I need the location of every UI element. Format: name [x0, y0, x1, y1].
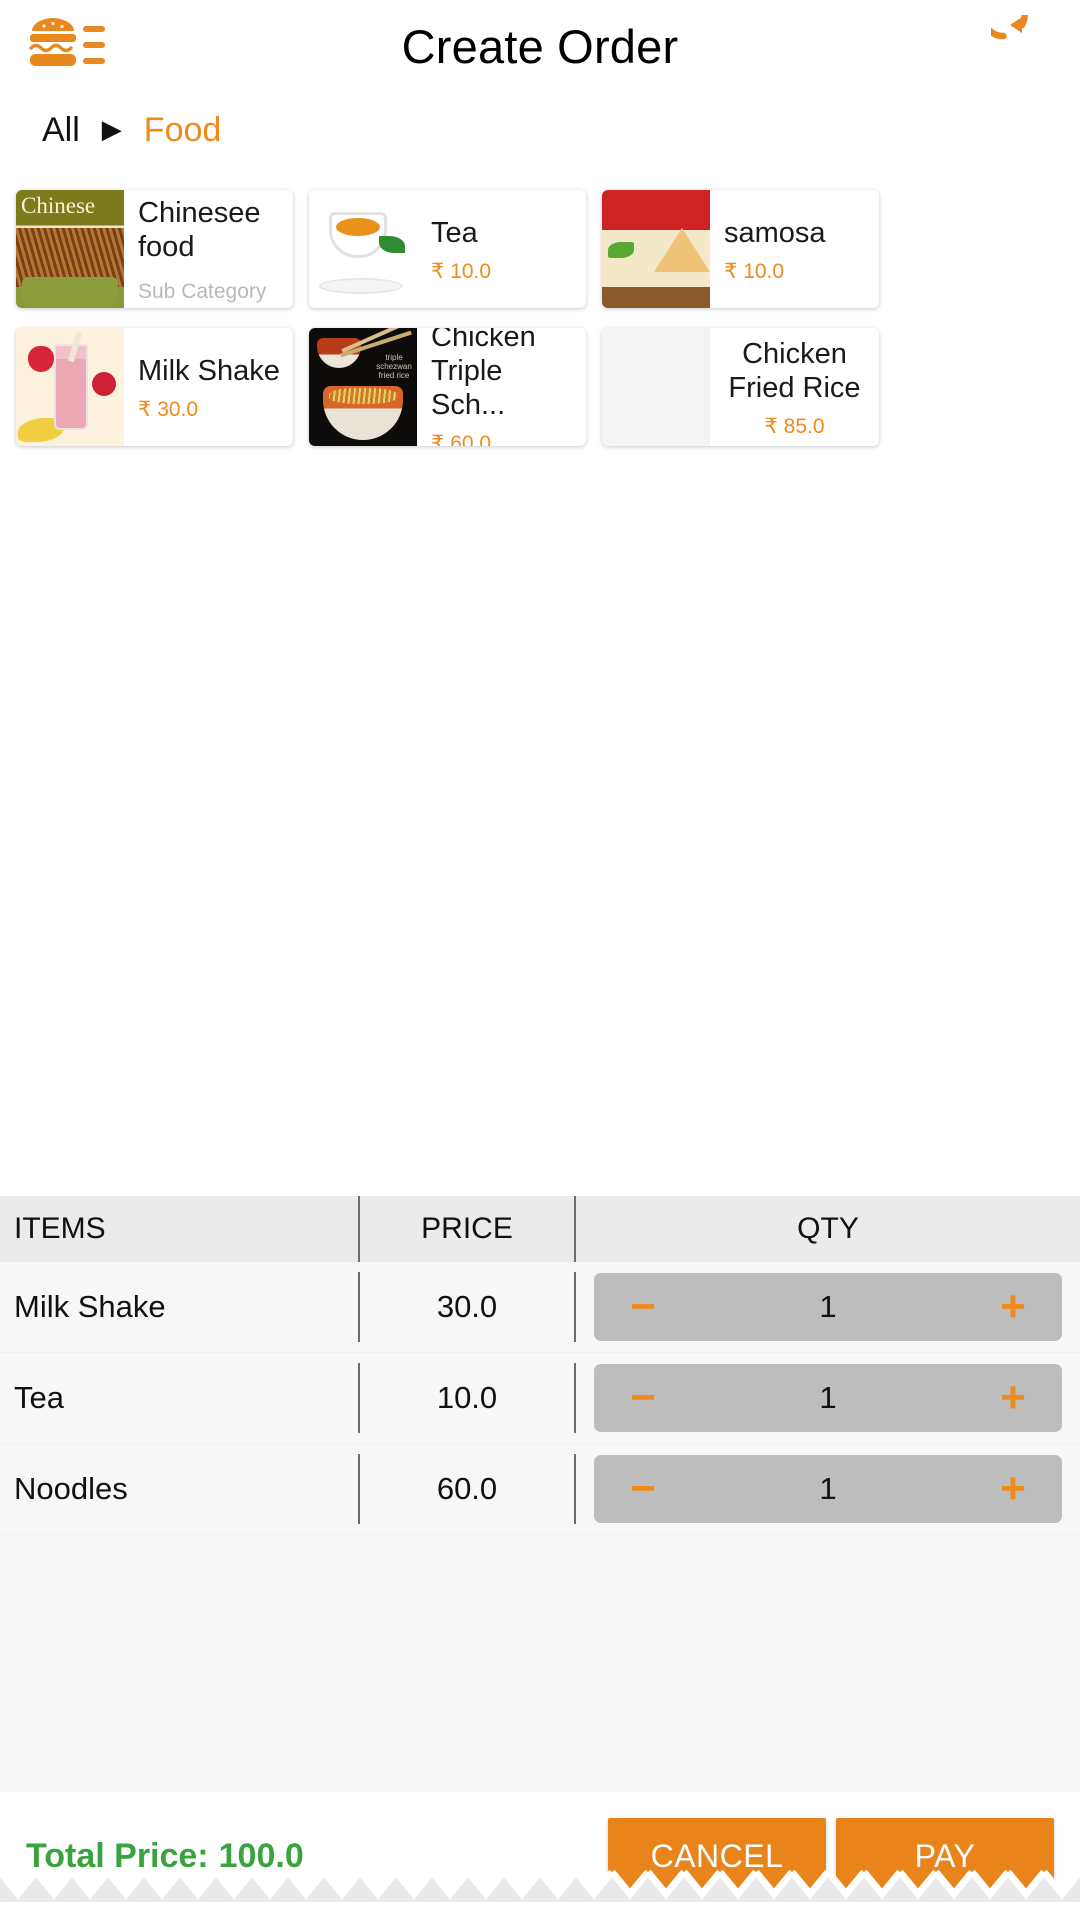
- quantity-stepper[interactable]: − 1 +: [594, 1364, 1062, 1432]
- receipt-tear-edge: [0, 1868, 1080, 1902]
- decrement-button[interactable]: −: [620, 1285, 666, 1329]
- row-item-price: 30.0: [436, 1289, 498, 1324]
- product-card[interactable]: Chinese Chinesee food Sub Category: [16, 190, 293, 308]
- increment-button[interactable]: +: [990, 1285, 1036, 1329]
- product-card-body: Tea ₹ 10.0: [417, 190, 586, 308]
- product-card-cell: triple schezwan fried rice Chicken Triple…: [301, 318, 594, 456]
- milkshake-image: [16, 328, 124, 446]
- product-name: Tea: [431, 216, 478, 249]
- breadcrumb-item-all[interactable]: All: [42, 113, 80, 147]
- product-card[interactable]: triple schezwan fried rice Chicken Triple…: [309, 328, 586, 446]
- product-card[interactable]: Chicken Fried Rice ₹ 85.0: [602, 328, 879, 446]
- product-card-cell: samosa ₹ 10.0: [594, 180, 887, 318]
- refresh-icon[interactable]: [990, 14, 1054, 78]
- product-card-body: Milk Shake ₹ 30.0: [124, 328, 293, 446]
- chinese-noodles-image: Chinese: [16, 190, 124, 308]
- table-row: Milk Shake 30.0 − 1 +: [0, 1262, 1080, 1353]
- product-name: Chicken Fried Rice: [728, 337, 861, 404]
- tea-cup-image: [309, 190, 417, 308]
- product-card[interactable]: samosa ₹ 10.0: [602, 190, 879, 308]
- product-price: ₹ 60.0: [431, 432, 492, 446]
- row-item-price: 10.0: [436, 1380, 498, 1415]
- column-header-qty: QTY: [797, 1212, 859, 1245]
- breadcrumb-item-food[interactable]: Food: [144, 113, 222, 147]
- product-card-body: Chicken Fried Rice ₹ 85.0: [710, 328, 879, 446]
- product-card-body: samosa ₹ 10.0: [710, 190, 879, 308]
- increment-button[interactable]: +: [990, 1376, 1036, 1420]
- quantity-value: 1: [819, 1471, 837, 1506]
- product-price: ₹ 85.0: [764, 415, 825, 439]
- column-header-price: PRICE: [421, 1212, 513, 1245]
- decrement-button[interactable]: −: [620, 1467, 666, 1511]
- app-bar: Create Order: [0, 0, 1080, 92]
- product-card-body: Chicken Triple Sch... ₹ 60.0: [417, 328, 586, 446]
- row-item-name: Milk Shake: [14, 1289, 166, 1324]
- row-item-name: Noodles: [14, 1471, 128, 1506]
- page-title: Create Order: [401, 19, 679, 73]
- product-name: Chinesee food: [138, 197, 261, 264]
- product-price: ₹ 10.0: [431, 260, 492, 284]
- product-name: Chicken Triple Sch...: [431, 328, 536, 422]
- order-table-header: ITEMS PRICE QTY: [0, 1196, 1080, 1262]
- row-qty-cell: − 1 +: [576, 1353, 1080, 1443]
- thumb-badge-label: Chinese: [21, 193, 96, 218]
- product-price: ₹ 30.0: [138, 398, 199, 422]
- product-card[interactable]: Milk Shake ₹ 30.0: [16, 328, 293, 446]
- increment-button[interactable]: +: [990, 1467, 1036, 1511]
- table-row: Tea 10.0 − 1 +: [0, 1353, 1080, 1444]
- column-header-items: ITEMS: [14, 1212, 106, 1245]
- product-card-cell: Chinese Chinesee food Sub Category: [8, 180, 301, 318]
- decrement-button[interactable]: −: [620, 1376, 666, 1420]
- order-table-body: Milk Shake 30.0 − 1 + Tea 10.0 − 1 + Noo…: [0, 1262, 1080, 1535]
- burger-menu-icon[interactable]: [26, 17, 106, 75]
- product-card[interactable]: Tea ₹ 10.0: [309, 190, 586, 308]
- quantity-value: 1: [819, 1380, 837, 1415]
- row-qty-cell: − 1 +: [576, 1444, 1080, 1534]
- product-card-cell: Milk Shake ₹ 30.0: [8, 318, 301, 456]
- chevron-right-icon: ▶: [101, 114, 122, 144]
- quantity-value: 1: [819, 1289, 837, 1324]
- breadcrumb: All ▶ Food: [0, 92, 1080, 168]
- product-card-body: Chinesee food Sub Category: [124, 190, 293, 308]
- product-card-cell: Chicken Fried Rice ₹ 85.0: [594, 318, 887, 456]
- placeholder-image: [602, 328, 710, 446]
- product-name: Milk Shake: [138, 354, 280, 387]
- quantity-stepper[interactable]: − 1 +: [594, 1455, 1062, 1523]
- row-qty-cell: − 1 +: [576, 1262, 1080, 1352]
- row-item-price: 60.0: [436, 1471, 498, 1506]
- product-name: samosa: [724, 216, 826, 249]
- order-summary-panel: ITEMS PRICE QTY Milk Shake 30.0 − 1 + Te…: [0, 1196, 1080, 1920]
- product-grid: Chinese Chinesee food Sub Category Tea ₹…: [0, 168, 1080, 456]
- product-subcategory-label: Sub Category: [138, 280, 267, 304]
- product-price: ₹ 10.0: [724, 260, 785, 284]
- row-item-name: Tea: [14, 1380, 64, 1415]
- product-card-cell: Tea ₹ 10.0: [301, 180, 594, 318]
- chicken-triple-schezwan-image: triple schezwan fried rice: [309, 328, 417, 446]
- quantity-stepper[interactable]: − 1 +: [594, 1273, 1062, 1341]
- table-row: Noodles 60.0 − 1 +: [0, 1444, 1080, 1535]
- samosa-plate-image: [602, 190, 710, 308]
